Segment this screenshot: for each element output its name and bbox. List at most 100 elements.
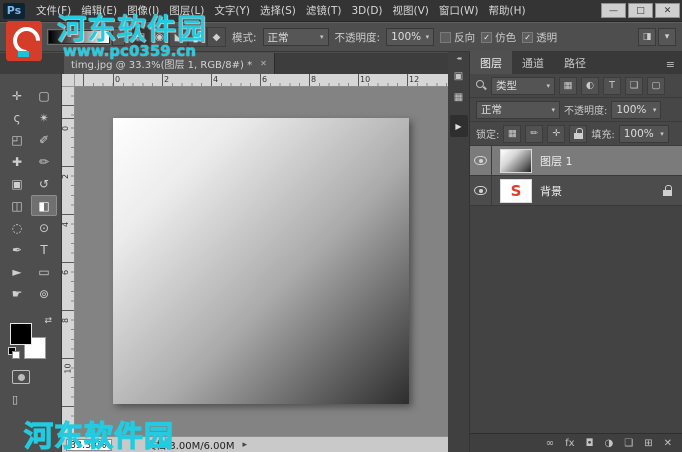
lock-image-pixels-button[interactable]: ✏ [525,125,543,143]
menu-select[interactable]: 选择(S) [255,3,301,18]
document-image[interactable] [113,118,409,404]
filter-adjustment-layers-button[interactable]: ◐ [581,77,599,95]
expand-panels-icon[interactable]: ◂◂ [456,55,460,62]
zoom-tool[interactable]: ⊚ [31,283,57,304]
transparency-checkbox[interactable]: ✓ 透明 [522,30,557,45]
expand-panel-group-button[interactable]: ▶ [450,115,468,137]
tab-channels[interactable]: 通道 [512,51,554,74]
path-selection-tool[interactable]: ► [4,261,30,282]
layer-opacity-label: 不透明度: [564,102,607,117]
layer-thumbnail[interactable] [500,149,532,173]
foreground-color-swatch[interactable] [10,323,32,345]
eraser-tool[interactable]: ◫ [4,195,30,216]
horizontal-ruler: 0 2 4 6 8 10 12 [75,74,448,87]
layer-row-background[interactable]: S 背景 [470,176,682,206]
adjustment-layer-icon[interactable]: ◑ [605,438,614,449]
pressure-opacity-button[interactable]: ◨ [638,28,656,46]
reverse-label: 反向 [454,30,475,45]
ruler-number: 4 [61,222,70,227]
reverse-checkbox[interactable]: 反向 [440,30,475,45]
tab-layers[interactable]: 图层 [470,51,512,74]
blur-tool[interactable]: ◌ [4,217,30,238]
clone-stamp-tool[interactable]: ▣ [4,173,30,194]
menu-window[interactable]: 窗口(W) [434,3,484,18]
canvas[interactable] [75,87,448,436]
chevron-down-icon: ▾ [546,82,550,90]
layer-row-layer-1[interactable]: 图层 1 [470,146,682,176]
link-layers-icon[interactable]: ∞ [546,438,554,449]
menu-filter[interactable]: 滤镜(T) [301,3,347,18]
lock-position-button[interactable]: ✛ [547,125,565,143]
close-tab-icon[interactable]: ✕ [260,59,267,68]
quick-mask-mode-button[interactable] [12,370,30,384]
layer-opacity-select[interactable]: 100% ▾ [611,101,661,119]
filter-smart-objects-button[interactable]: ▢ [647,77,665,95]
lasso-tool[interactable]: ς [4,107,30,128]
pen-tool[interactable]: ✒ [4,239,30,260]
visibility-toggle[interactable] [470,176,492,205]
watermark-site-url: www.pc0359.cn [63,42,196,60]
rectangle-tool[interactable]: ▭ [31,261,57,282]
menu-view[interactable]: 视图(V) [388,3,434,18]
layer-filter-select[interactable]: 类型 ▾ [491,77,555,95]
fill-select[interactable]: 100% ▾ [619,125,669,143]
quick-selection-tool[interactable]: ✴ [31,107,57,128]
default-colors-icon[interactable] [8,347,21,360]
options-bar-right: ◨ ▾ [638,28,676,46]
collapsed-panel-icon-1[interactable]: ▣ [451,69,467,83]
menu-help[interactable]: 帮助(H) [484,3,531,18]
menu-3d[interactable]: 3D(D) [346,5,387,17]
gradient-tool[interactable]: ◧ [31,195,57,216]
filter-type-layers-button[interactable]: T [603,77,621,95]
collapsed-panel-icon-2[interactable]: ▦ [451,90,467,104]
fill-value: 100% [624,128,654,140]
minimize-button[interactable]: — [601,3,626,18]
filter-shape-layers-button[interactable]: ❑ [625,77,643,95]
checkbox-checked-icon: ✓ [481,32,492,43]
menu-type[interactable]: 文字(Y) [209,3,255,18]
ruler-number: 2 [164,75,169,84]
dither-checkbox[interactable]: ✓ 仿色 [481,30,516,45]
rectangular-marquee-tool[interactable]: ▢ [31,85,57,106]
checkbox-icon [440,32,451,43]
add-layer-mask-icon[interactable]: ◘ [586,438,594,449]
hand-tool[interactable]: ☛ [4,283,30,304]
history-brush-tool[interactable]: ↺ [31,173,57,194]
ruler-number: 6 [61,270,70,275]
options-menu-button[interactable]: ▾ [658,28,676,46]
crop-tool[interactable]: ◰ [4,129,30,150]
lock-transparent-pixels-button[interactable]: ▦ [503,125,521,143]
eyedropper-tool[interactable]: ✐ [31,129,57,150]
dither-label: 仿色 [495,30,516,45]
panel-menu-icon[interactable]: ≡ [659,58,682,74]
dodge-tool[interactable]: ⊙ [31,217,57,238]
status-info-menu-icon[interactable]: ▸ [243,440,248,450]
photoshop-logo-icon: Ps [3,3,25,19]
move-tool[interactable]: ✛ [4,85,30,106]
new-layer-icon[interactable]: ⊞ [644,438,652,449]
lock-all-button[interactable] [569,125,587,143]
filter-pixel-layers-button[interactable]: ▦ [559,77,577,95]
layer-thumbnail[interactable]: S [500,179,532,203]
layer-effects-icon[interactable]: fx [565,438,574,449]
restore-button[interactable]: □ [628,3,653,18]
panel-tab-bar: 图层 通道 路径 ≡ [470,52,682,74]
window-controls: — □ ✕ [599,3,682,18]
diamond-gradient-button[interactable]: ◆ [207,27,226,47]
close-button[interactable]: ✕ [655,3,680,18]
new-group-icon[interactable]: ❑ [624,438,633,449]
blend-mode-select[interactable]: 正常 ▾ [263,28,329,46]
horizontal-type-tool[interactable]: T [31,239,57,260]
visibility-toggle[interactable] [470,146,492,175]
layer-blend-mode-select[interactable]: 正常 ▾ [476,101,560,119]
opacity-select[interactable]: 100% ▾ [386,28,434,46]
layer-name: 背景 [540,183,562,199]
swap-colors-icon[interactable]: ⇄ [44,316,52,326]
delete-layer-icon[interactable]: ✕ [664,438,672,449]
tab-paths[interactable]: 路径 [554,51,596,74]
spot-healing-brush-tool[interactable]: ✚ [4,151,30,172]
lock-label: 锁定: [476,126,499,141]
ruler-origin-corner[interactable] [62,74,75,87]
screen-mode-button[interactable]: ▯ [12,393,61,406]
brush-tool[interactable]: ✏ [31,151,57,172]
